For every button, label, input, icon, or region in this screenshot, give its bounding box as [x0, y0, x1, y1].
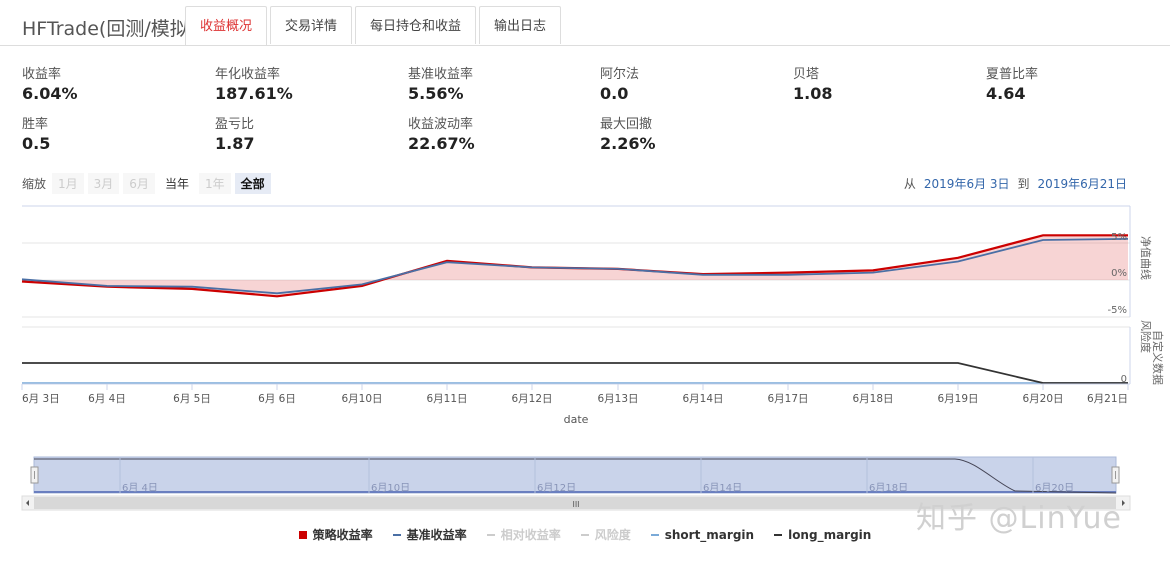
legend-item-long-margin[interactable]: long_margin — [774, 526, 871, 543]
ytick-label: 5% — [1111, 232, 1127, 243]
x-tick-label: 6月11日 — [426, 393, 467, 405]
navigator-label: 6月 4日 — [122, 482, 158, 494]
watermark: 知乎 @LinYue — [916, 501, 1122, 536]
x-tick-label: 6月 3日 — [22, 393, 60, 405]
panel-title-risk: 风险度 — [1139, 320, 1153, 353]
x-tick-label: 6月10日 — [341, 393, 382, 405]
navigator-label: 6月12日 — [537, 482, 576, 494]
legend-label: 相对收益率 — [500, 528, 561, 542]
x-tick-label: 6月 4日 — [88, 393, 126, 405]
legend-label: short_margin — [664, 527, 755, 542]
legend-item--[interactable]: 策略收益率 — [298, 526, 373, 543]
ytick-label: 0% — [1111, 268, 1127, 279]
legend-label: 基准收益率 — [406, 528, 467, 542]
navigator-label: 6月18日 — [869, 482, 908, 494]
equity-chart: 5% 0% -5% 净值曲线 0 风险度 自定义数据 6月 3日 6月 4日 6月 … — [21, 205, 1165, 511]
legend-item--[interactable]: 风险度 — [580, 526, 631, 543]
panel-title-custom: 自定义数据 — [1151, 330, 1165, 385]
navigator-label: 6月14日 — [703, 482, 742, 494]
x-tick-label: 6月19日 — [937, 393, 978, 405]
legend-item-short-margin[interactable]: short_margin — [650, 526, 755, 543]
x-tick-label: 6月 6日 — [258, 393, 296, 405]
legend-dash-icon — [392, 533, 401, 536]
scrollbar-grip: III — [572, 500, 579, 509]
legend-dash-icon — [486, 533, 495, 536]
long-margin-line — [22, 362, 1128, 384]
legend-dash-icon — [774, 533, 783, 536]
legend-square-icon — [298, 530, 307, 539]
x-tick-label: 6月18日 — [852, 393, 893, 405]
legend-label: 风险度 — [594, 528, 631, 542]
legend-label: 策略收益率 — [312, 528, 373, 542]
ytick-label: 0 — [1121, 374, 1127, 385]
legend-item--[interactable]: 相对收益率 — [486, 526, 561, 543]
legend-item--[interactable]: 基准收益率 — [392, 526, 467, 543]
x-tick-label: 6月20日 — [1022, 393, 1063, 405]
x-tick-label: 6月21日 — [1087, 393, 1128, 405]
x-tick-label: 6月17日 — [767, 393, 808, 405]
ytick-label: -5% — [1108, 305, 1127, 316]
legend-dash-icon — [650, 533, 659, 536]
navigator-label: 6月10日 — [371, 482, 410, 494]
x-tick-label: 6月12日 — [511, 393, 552, 405]
x-tick-label: 6月 5日 — [173, 393, 211, 405]
legend-dash-icon — [580, 533, 589, 536]
panel-title-equity: 净值曲线 — [1139, 236, 1153, 280]
x-tick-label: 6月14日 — [682, 393, 723, 405]
legend-label: long_margin — [788, 527, 872, 542]
x-tick-label: 6月13日 — [597, 393, 638, 405]
x-axis-title: date — [564, 413, 589, 426]
navigator[interactable]: 6月 4日 6月10日 6月12日 6月14日 6月18日 6月20日 — [30, 456, 1120, 494]
